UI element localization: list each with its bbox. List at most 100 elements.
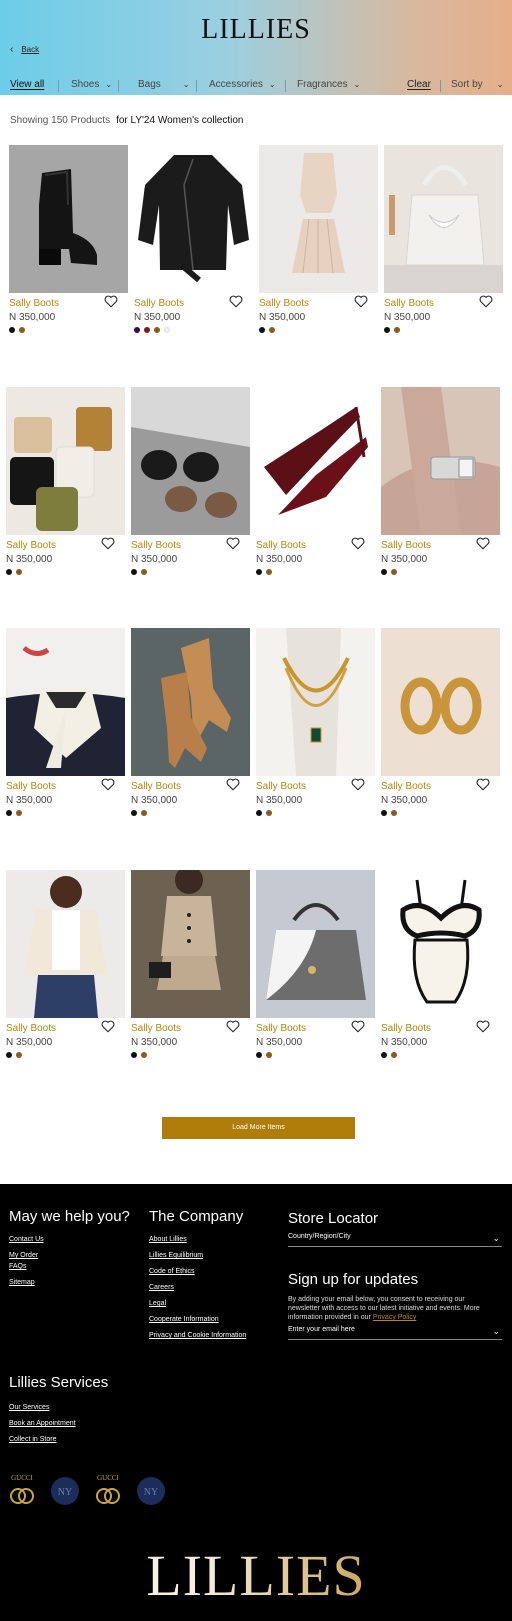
heart-icon[interactable] — [354, 295, 368, 308]
heart-icon[interactable] — [476, 537, 490, 550]
color-swatch[interactable] — [19, 327, 25, 333]
color-swatch[interactable] — [154, 327, 160, 333]
link-collect-in-store[interactable]: Collect in Store — [9, 1436, 56, 1443]
color-swatch[interactable] — [266, 810, 272, 816]
heart-icon[interactable] — [351, 1020, 365, 1033]
product-image-tan-boots[interactable] — [131, 628, 250, 776]
product-name[interactable]: Sally Boots — [256, 781, 306, 792]
heart-icon[interactable] — [101, 537, 115, 550]
product-card[interactable]: Sally Boots N 350,000 — [6, 628, 125, 816]
link-cooperate-info[interactable]: Cooperate Information — [149, 1316, 219, 1323]
color-swatch[interactable] — [164, 327, 170, 333]
product-card[interactable]: Sally Boots N 350,000 — [134, 145, 253, 333]
product-name[interactable]: Sally Boots — [6, 1023, 56, 1034]
email-field[interactable]: Enter your email here ⌄ — [288, 1326, 502, 1340]
product-name[interactable]: Sally Boots — [381, 1023, 431, 1034]
product-card[interactable]: Sally Boots N 350,000 — [256, 628, 375, 816]
heart-icon[interactable] — [101, 1020, 115, 1033]
link-faqs[interactable]: FAQs — [9, 1263, 27, 1270]
product-name[interactable]: Sally Boots — [259, 298, 309, 309]
product-image-scarf[interactable] — [6, 628, 125, 776]
link-equilibrium[interactable]: Lillies Equilibrium — [149, 1252, 203, 1259]
color-swatch[interactable] — [134, 327, 140, 333]
heart-icon[interactable] — [104, 295, 118, 308]
color-swatch[interactable] — [16, 1052, 22, 1058]
load-more-button[interactable]: Load More Items — [162, 1117, 355, 1139]
product-image-earrings[interactable] — [381, 628, 500, 776]
filter-view-all[interactable]: View all — [10, 79, 44, 90]
product-image-leather-jacket[interactable] — [134, 145, 253, 293]
color-swatch[interactable] — [16, 810, 22, 816]
product-image-swimsuit[interactable] — [381, 870, 500, 1018]
heart-icon[interactable] — [229, 295, 243, 308]
product-card[interactable]: Sally Boots N 350,000 — [381, 628, 500, 816]
heart-icon[interactable] — [226, 537, 240, 550]
color-swatch[interactable] — [266, 569, 272, 575]
link-my-order[interactable]: My Order — [9, 1252, 38, 1259]
color-swatch[interactable] — [256, 810, 262, 816]
product-name[interactable]: Sally Boots — [384, 298, 434, 309]
link-contact-us[interactable]: Contact Us — [9, 1236, 44, 1243]
sort-by-dropdown[interactable]: Sort by ⌄ — [451, 79, 503, 90]
product-name[interactable]: Sally Boots — [6, 540, 56, 551]
heart-icon[interactable] — [351, 537, 365, 550]
color-swatch[interactable] — [384, 327, 390, 333]
color-swatch[interactable] — [144, 327, 150, 333]
product-image-pleated-set[interactable] — [259, 145, 378, 293]
product-card[interactable]: Sally Boots N 350,000 — [381, 870, 500, 1058]
color-swatch[interactable] — [131, 569, 137, 575]
heart-icon[interactable] — [226, 778, 240, 791]
product-card[interactable]: Sally Boots N 350,000 — [131, 870, 250, 1058]
color-swatch[interactable] — [381, 569, 387, 575]
product-name[interactable]: Sally Boots — [381, 781, 431, 792]
color-swatch[interactable] — [141, 810, 147, 816]
product-card[interactable]: Sally Boots N 350,000 — [6, 387, 125, 575]
color-swatch[interactable] — [6, 810, 12, 816]
color-swatch[interactable] — [16, 569, 22, 575]
privacy-policy-link[interactable]: Privacy Policy — [373, 1314, 417, 1321]
color-swatch[interactable] — [391, 1052, 397, 1058]
heart-icon[interactable] — [351, 778, 365, 791]
back-link[interactable]: ‹ Back — [10, 44, 39, 55]
product-image-two-tone-bag[interactable] — [256, 870, 375, 1018]
product-image-handbags[interactable] — [6, 387, 125, 535]
color-swatch[interactable] — [141, 569, 147, 575]
product-image-white-bag[interactable] — [384, 145, 503, 293]
product-card[interactable]: Sally Boots N 350,000 — [256, 870, 375, 1058]
product-image-watch[interactable] — [381, 387, 500, 535]
store-locator-select[interactable]: Country/Region/City ⌄ — [288, 1233, 502, 1247]
color-swatch[interactable] — [391, 569, 397, 575]
color-swatch[interactable] — [381, 810, 387, 816]
product-card[interactable]: Sally Boots N 350,000 — [259, 145, 378, 333]
link-book-appointment[interactable]: Book an Appointment — [9, 1420, 76, 1427]
color-swatch[interactable] — [381, 1052, 387, 1058]
product-name[interactable]: Sally Boots — [131, 1023, 181, 1034]
product-card[interactable]: Sally Boots N 350,000 — [256, 387, 375, 575]
color-swatch[interactable] — [269, 327, 275, 333]
heart-icon[interactable] — [476, 778, 490, 791]
color-swatch[interactable] — [266, 1052, 272, 1058]
product-card[interactable]: Sally Boots N 350,000 — [384, 145, 503, 333]
color-swatch[interactable] — [131, 810, 137, 816]
color-swatch[interactable] — [394, 327, 400, 333]
heart-icon[interactable] — [476, 1020, 490, 1033]
product-card[interactable]: Sally Boots N 350,000 — [6, 870, 125, 1058]
product-image-sunglasses[interactable] — [131, 387, 250, 535]
product-image-necklace[interactable] — [256, 628, 375, 776]
product-card[interactable]: Sally Boots N 350,000 — [131, 387, 250, 575]
color-swatch[interactable] — [256, 1052, 262, 1058]
link-code-of-ethics[interactable]: Code of Ethics — [149, 1268, 195, 1275]
product-image-heels[interactable] — [256, 387, 375, 535]
link-sitemap[interactable]: Sitemap — [9, 1279, 35, 1286]
link-privacy-cookie[interactable]: Privacy and Cookie Information — [149, 1332, 246, 1339]
product-name[interactable]: Sally Boots — [256, 1023, 306, 1034]
filter-fragrances[interactable]: Fragrances ⌄ — [297, 79, 360, 90]
product-name[interactable]: Sally Boots — [9, 298, 59, 309]
product-card[interactable]: Sally Boots N 350,000 — [131, 628, 250, 816]
product-name[interactable]: Sally Boots — [134, 298, 184, 309]
link-legal[interactable]: Legal — [149, 1300, 166, 1307]
link-careers[interactable]: Careers — [149, 1284, 174, 1291]
filter-shoes[interactable]: Shoes ⌄ — [71, 79, 112, 90]
link-our-services[interactable]: Our Services — [9, 1404, 49, 1411]
heart-icon[interactable] — [479, 295, 493, 308]
